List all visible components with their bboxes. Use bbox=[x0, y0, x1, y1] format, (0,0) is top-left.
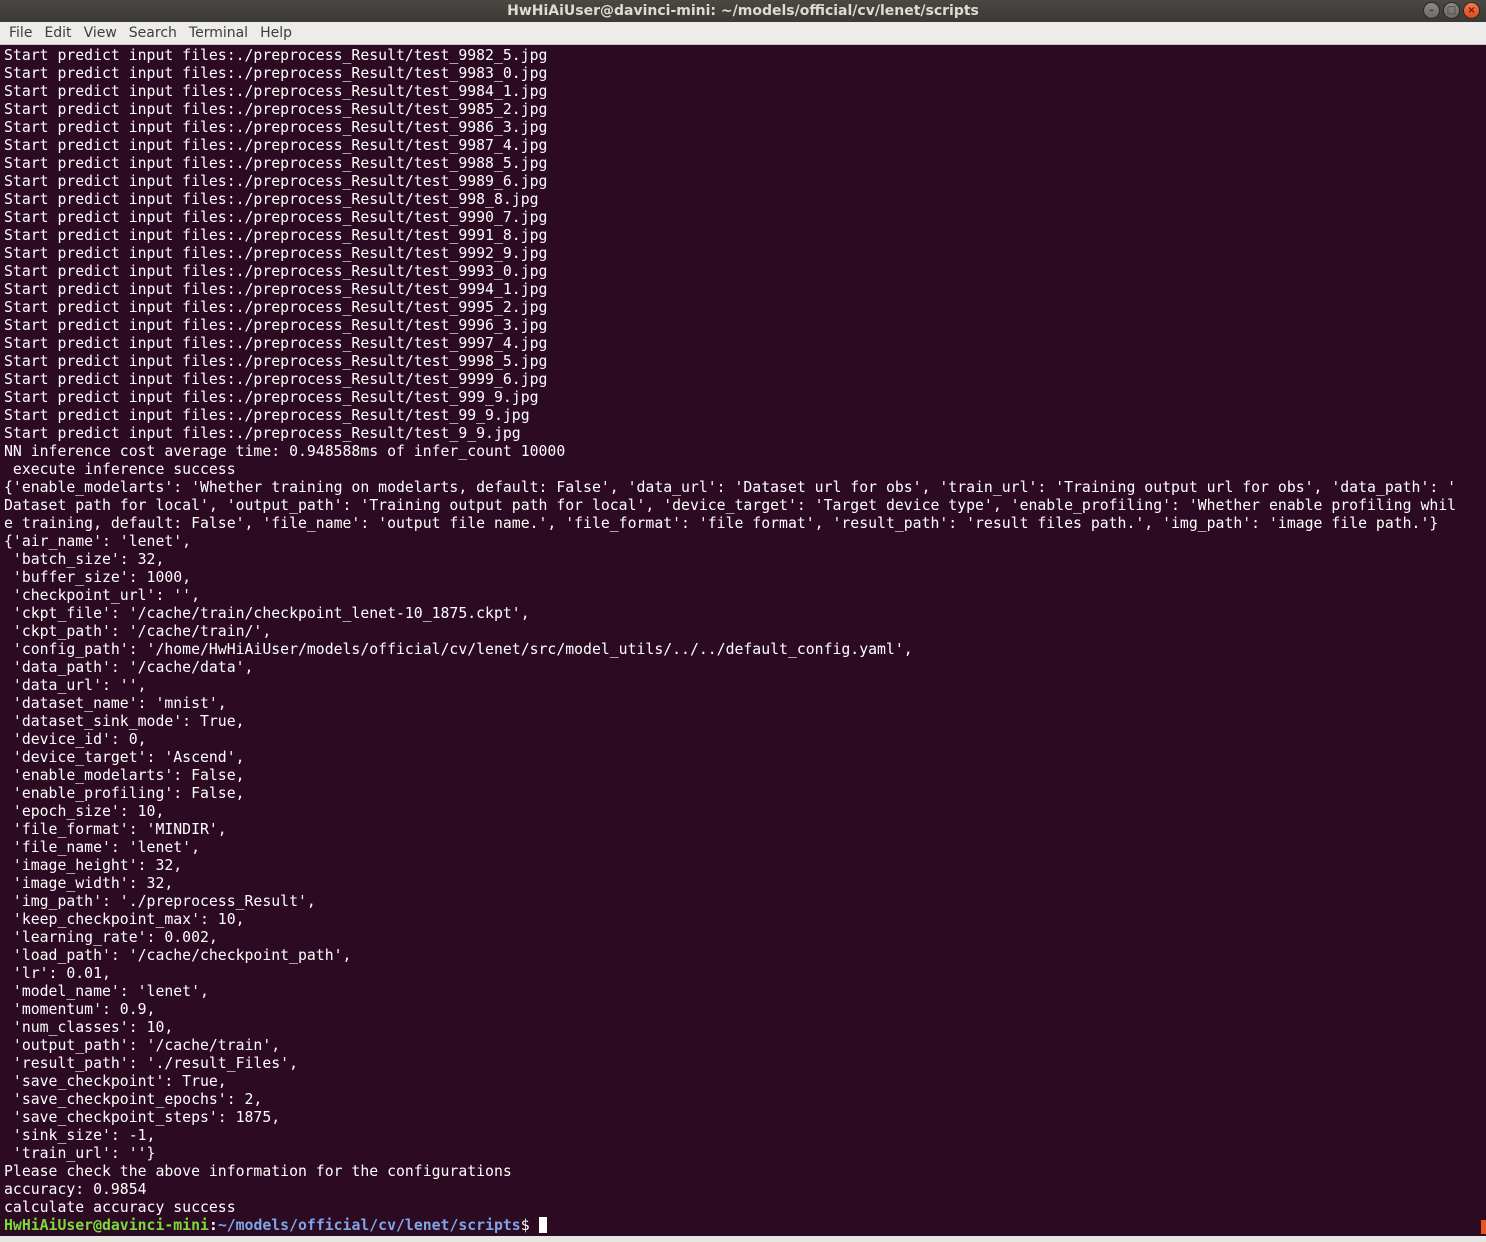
output-line: Start predict input files:./preprocess_R… bbox=[4, 407, 530, 424]
menu-edit[interactable]: Edit bbox=[38, 22, 77, 45]
prompt-symbol: $ bbox=[520, 1217, 530, 1234]
menu-terminal[interactable]: Terminal bbox=[183, 22, 254, 45]
output-line: 'train_url': ''} bbox=[4, 1145, 156, 1162]
output-line: 'save_checkpoint_epochs': 2, bbox=[4, 1091, 263, 1108]
output-line: Start predict input files:./preprocess_R… bbox=[4, 389, 539, 406]
maximize-icon[interactable]: □ bbox=[1443, 2, 1460, 19]
output-line: 'ckpt_file': '/cache/train/checkpoint_le… bbox=[4, 605, 530, 622]
output-line: Start predict input files:./preprocess_R… bbox=[4, 317, 548, 334]
output-line: 'dataset_sink_mode': True, bbox=[4, 713, 245, 730]
output-line: 'output_path': '/cache/train', bbox=[4, 1037, 281, 1054]
output-line: 'image_height': 32, bbox=[4, 857, 183, 874]
output-line: {'air_name': 'lenet', bbox=[4, 533, 192, 550]
output-line: 'enable_modelarts': False, bbox=[4, 767, 245, 784]
output-line: 'momentum': 0.9, bbox=[4, 1001, 156, 1018]
output-line: 'buffer_size': 1000, bbox=[4, 569, 192, 586]
menu-help[interactable]: Help bbox=[254, 22, 298, 45]
output-line: 'epoch_size': 10, bbox=[4, 803, 165, 820]
output-line: Start predict input files:./preprocess_R… bbox=[4, 65, 548, 82]
output-line: Start predict input files:./preprocess_R… bbox=[4, 263, 548, 280]
title-bar[interactable]: HwHiAiUser@davinci-mini: ~/models/offici… bbox=[0, 0, 1486, 22]
output-line: 'sink_size': -1, bbox=[4, 1127, 156, 1144]
output-line: 'device_id': 0, bbox=[4, 731, 147, 748]
output-line: Start predict input files:./preprocess_R… bbox=[4, 191, 539, 208]
output-line: 'data_url': '', bbox=[4, 677, 147, 694]
terminal-output[interactable]: Start predict input files:./preprocess_R… bbox=[0, 46, 1480, 1236]
output-line: e training, default: False', 'file_name'… bbox=[4, 515, 1439, 532]
prompt-path: ~/models/official/cv/lenet/scripts bbox=[217, 1217, 521, 1234]
output-line: Start predict input files:./preprocess_R… bbox=[4, 245, 548, 262]
output-line: Start predict input files:./preprocess_R… bbox=[4, 299, 548, 316]
output-line: Start predict input files:./preprocess_R… bbox=[4, 281, 548, 298]
output-line: 'enable_profiling': False, bbox=[4, 785, 245, 802]
output-line: 'save_checkpoint_steps': 1875, bbox=[4, 1109, 281, 1126]
prompt-line: HwHiAiUser@davinci-mini:~/models/officia… bbox=[4, 1217, 1480, 1235]
output-line: Start predict input files:./preprocess_R… bbox=[4, 155, 548, 172]
output-line: Start predict input files:./preprocess_R… bbox=[4, 209, 548, 226]
scrollbar[interactable] bbox=[1480, 46, 1486, 1236]
output-lines: Start predict input files:./preprocess_R… bbox=[4, 47, 1480, 1217]
output-line: 'file_format': 'MINDIR', bbox=[4, 821, 227, 838]
output-line: Start predict input files:./preprocess_R… bbox=[4, 101, 548, 118]
window-bottom-edge bbox=[0, 1236, 1486, 1242]
output-line: Start predict input files:./preprocess_R… bbox=[4, 227, 548, 244]
menu-file[interactable]: File bbox=[3, 22, 38, 45]
output-line: 'checkpoint_url': '', bbox=[4, 587, 200, 604]
output-line: 'load_path': '/cache/checkpoint_path', bbox=[4, 947, 352, 964]
output-line: 'learning_rate': 0.002, bbox=[4, 929, 218, 946]
output-line: accuracy: 0.9854 bbox=[4, 1181, 147, 1198]
output-line: Dataset path for local', 'output_path': … bbox=[4, 497, 1457, 514]
output-line: 'device_target': 'Ascend', bbox=[4, 749, 245, 766]
prompt-colon: : bbox=[208, 1217, 218, 1234]
output-line: Start predict input files:./preprocess_R… bbox=[4, 173, 548, 190]
output-line: 'dataset_name': 'mnist', bbox=[4, 695, 227, 712]
output-line: Start predict input files:./preprocess_R… bbox=[4, 371, 548, 388]
menu-search[interactable]: Search bbox=[123, 22, 183, 45]
output-line: 'lr': 0.01, bbox=[4, 965, 111, 982]
output-line: 'file_name': 'lenet', bbox=[4, 839, 200, 856]
output-line: 'result_path': './result_Files', bbox=[4, 1055, 298, 1072]
terminal-window: HwHiAiUser@davinci-mini: ~/models/offici… bbox=[0, 0, 1486, 1242]
output-line: Start predict input files:./preprocess_R… bbox=[4, 137, 548, 154]
output-line: NN inference cost average time: 0.948588… bbox=[4, 443, 566, 460]
output-line: Start predict input files:./preprocess_R… bbox=[4, 425, 521, 442]
minimize-icon[interactable]: – bbox=[1423, 2, 1440, 19]
scrollbar-thumb[interactable] bbox=[1481, 1220, 1486, 1234]
output-line: Start predict input files:./preprocess_R… bbox=[4, 353, 548, 370]
output-line: {'enable_modelarts': 'Whether training o… bbox=[4, 479, 1457, 496]
text-cursor bbox=[538, 1217, 547, 1233]
output-line: execute inference success bbox=[4, 461, 236, 478]
window-controls: – □ × bbox=[1423, 2, 1480, 20]
output-line: 'data_path': '/cache/data', bbox=[4, 659, 254, 676]
output-line: 'image_width': 32, bbox=[4, 875, 174, 892]
output-line: calculate accuracy success bbox=[4, 1199, 236, 1216]
output-line: Start predict input files:./preprocess_R… bbox=[4, 83, 548, 100]
output-line: 'model_name': 'lenet', bbox=[4, 983, 209, 1000]
output-line: Please check the above information for t… bbox=[4, 1163, 512, 1180]
output-line: Start predict input files:./preprocess_R… bbox=[4, 119, 548, 136]
output-line: 'num_classes': 10, bbox=[4, 1019, 174, 1036]
output-line: 'img_path': './preprocess_Result', bbox=[4, 893, 316, 910]
output-line: Start predict input files:./preprocess_R… bbox=[4, 47, 548, 64]
output-line: 'save_checkpoint': True, bbox=[4, 1073, 227, 1090]
output-line: 'batch_size': 32, bbox=[4, 551, 165, 568]
output-line: 'config_path': '/home/HwHiAiUser/models/… bbox=[4, 641, 913, 658]
output-line: 'keep_checkpoint_max': 10, bbox=[4, 911, 245, 928]
window-title: HwHiAiUser@davinci-mini: ~/models/offici… bbox=[507, 3, 979, 19]
menu-view[interactable]: View bbox=[78, 22, 123, 45]
close-icon[interactable]: × bbox=[1463, 2, 1480, 19]
prompt-user-host: HwHiAiUser@davinci-mini bbox=[4, 1217, 209, 1234]
output-line: Start predict input files:./preprocess_R… bbox=[4, 335, 548, 352]
output-line: 'ckpt_path': '/cache/train/', bbox=[4, 623, 272, 640]
menu-bar: File Edit View Search Terminal Help bbox=[0, 22, 1486, 45]
